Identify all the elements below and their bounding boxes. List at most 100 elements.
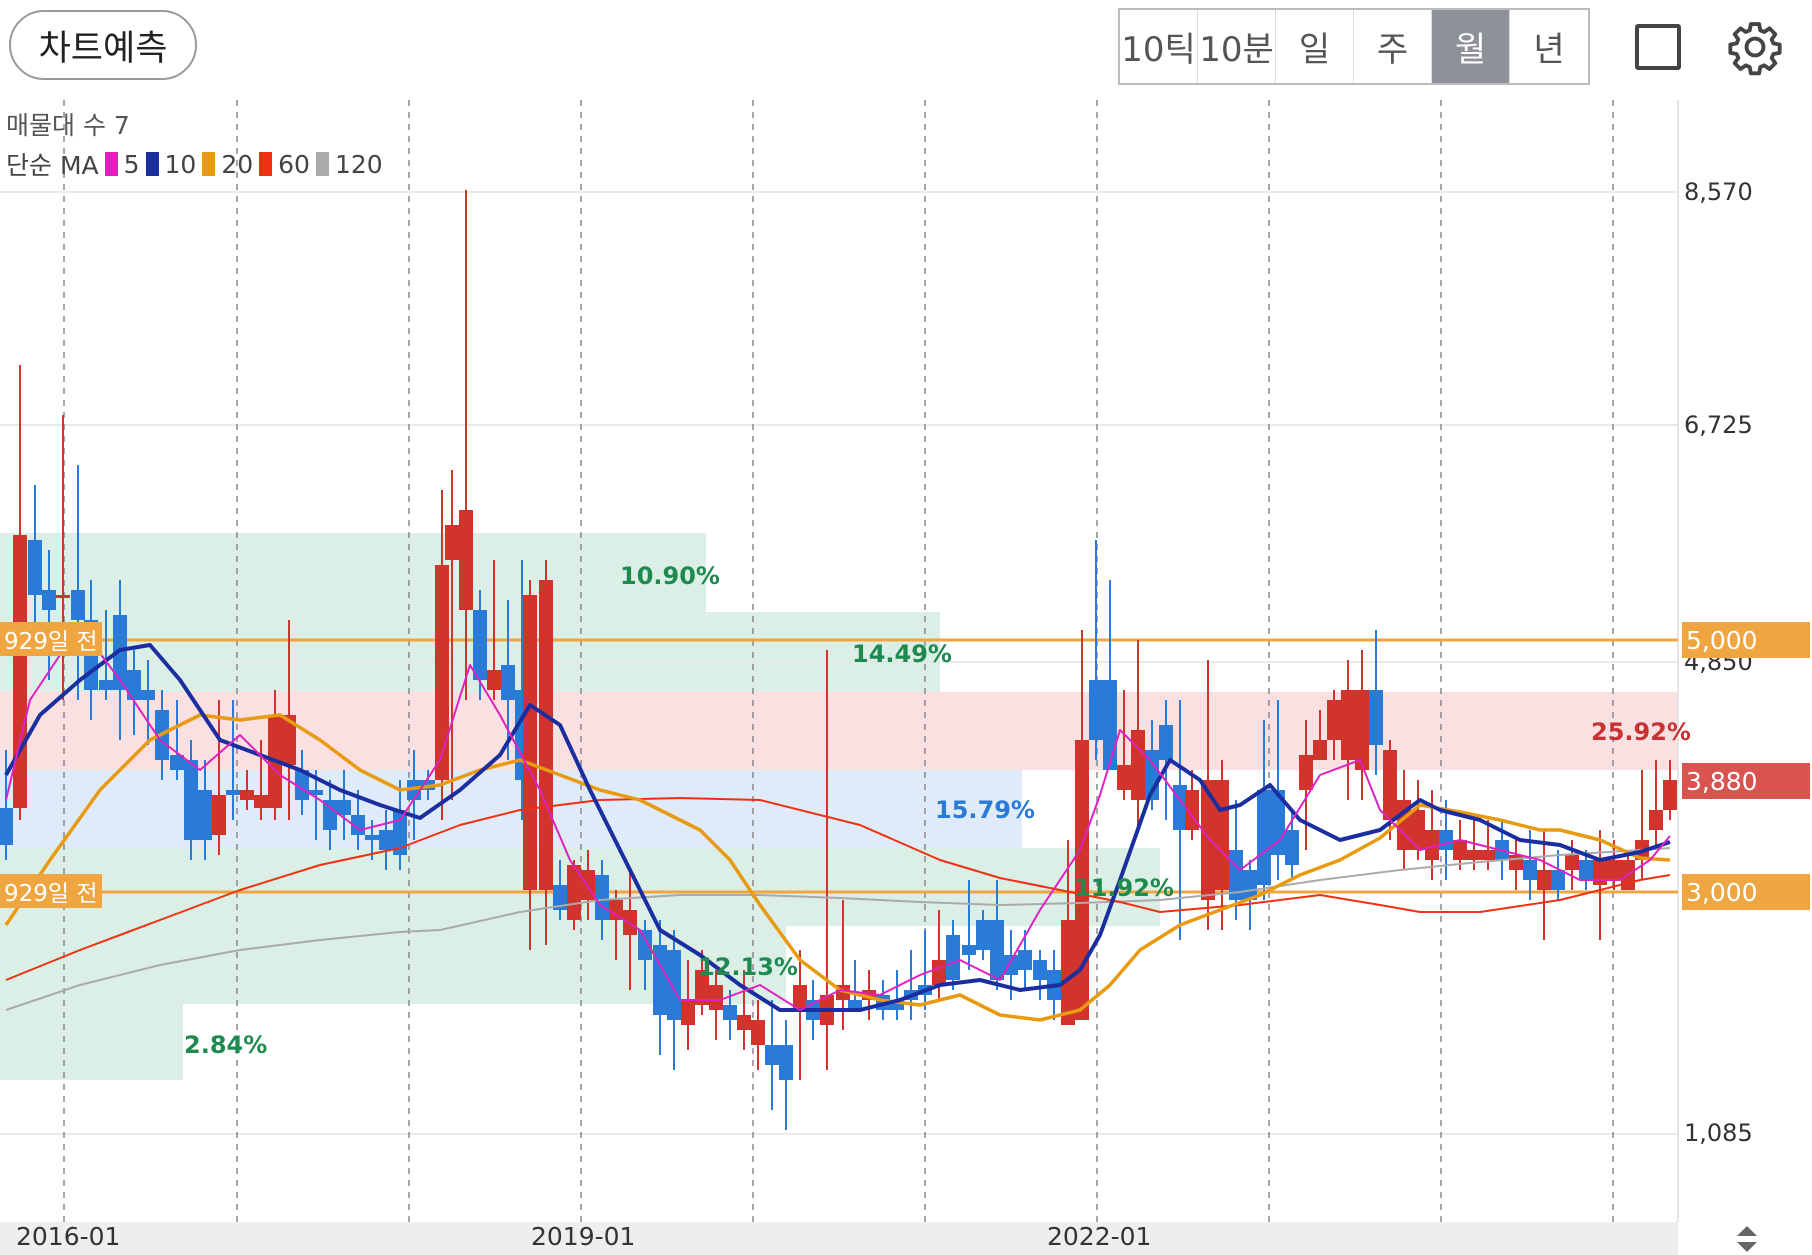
volume-profile-count-label: 매물대 수 7 [6, 111, 130, 140]
candle-body [1033, 960, 1047, 980]
ma-legend-prefix: 단순 MA [6, 151, 99, 180]
volume-profile-band [0, 692, 1678, 770]
candle-body [487, 670, 501, 690]
ma20-swatch [202, 152, 216, 176]
volume-profile-pct: 15.79% [935, 796, 1035, 824]
candle-body [0, 808, 13, 845]
candle-body [254, 795, 268, 808]
candle-body [779, 1045, 793, 1080]
upper-level-label: 929일 전 [0, 622, 102, 656]
candle-body [638, 930, 652, 960]
period-10tick[interactable]: 10틱 [1120, 10, 1198, 83]
period-10min[interactable]: 10분 [1198, 10, 1276, 83]
candle-body [42, 590, 56, 610]
candle-body [1663, 780, 1677, 810]
toolbar: 차트예측 10틱 10분 일 주 월 년 [0, 0, 1812, 100]
candle-body [932, 960, 946, 985]
candle-body [990, 920, 1004, 980]
candle-body [337, 800, 351, 815]
candle-body [459, 510, 473, 610]
candle-body [595, 875, 609, 920]
candle-body [1131, 730, 1145, 800]
ma60-swatch [259, 152, 273, 176]
ma120-label: 120 [334, 149, 383, 179]
volume-profile-band [0, 533, 706, 612]
candle-body [1089, 680, 1103, 740]
candle-body [1453, 840, 1467, 860]
ma-legend: 단순 MA 5 10 20 60 120 [6, 146, 383, 182]
candle-body [1117, 765, 1131, 790]
candle-body [1369, 690, 1383, 745]
chart-predict-button[interactable]: 차트예측 [9, 10, 197, 80]
candle-body [667, 950, 681, 1020]
ma10-swatch [145, 152, 159, 176]
price-tick-1085: 1,085 [1684, 1119, 1753, 1147]
period-year[interactable]: 년 [1510, 10, 1588, 83]
volume-profile-pct: 25.92% [1591, 718, 1691, 746]
candle-body [1103, 680, 1117, 770]
volume-profile-pct: 14.49% [852, 640, 952, 668]
candle-body [1159, 725, 1173, 760]
current-price-tag: 3,880 [1682, 763, 1810, 799]
candle-body [1285, 830, 1299, 865]
candle-body [435, 565, 449, 780]
candle-body [56, 595, 70, 598]
period-selector: 10틱 10분 일 주 월 년 [1118, 8, 1590, 85]
volume-profile-pct: 12.13% [698, 953, 798, 981]
candle-body [1257, 790, 1271, 885]
ma5-label: 5 [123, 149, 140, 179]
candle-body [1355, 690, 1369, 770]
level-tag-5000: 5,000 [1682, 622, 1810, 658]
candle-body [962, 945, 976, 955]
axis-scale-icon[interactable] [1733, 1224, 1761, 1254]
period-day[interactable]: 일 [1276, 10, 1354, 83]
candle-body [28, 540, 42, 595]
period-week[interactable]: 주 [1354, 10, 1432, 83]
candle-body [1523, 860, 1537, 880]
candle-body [946, 935, 960, 980]
candle-body [1215, 780, 1229, 890]
lower-level-label: 929일 전 [0, 874, 102, 908]
candle-body [1327, 700, 1341, 740]
candle-body [240, 790, 254, 800]
candle-body [1467, 850, 1481, 860]
candle-body [71, 590, 85, 620]
volume-profile-pct: 2.84% [184, 1031, 268, 1059]
candle-body [1607, 860, 1621, 880]
price-tick-8570: 8,570 [1684, 178, 1753, 206]
candle-body [709, 985, 723, 1010]
candle-body [523, 595, 537, 890]
candle-body [681, 1000, 695, 1025]
candle-body [623, 910, 637, 935]
candle-body [751, 1020, 765, 1045]
candle-body [127, 670, 141, 700]
volume-profile-band [0, 1004, 183, 1080]
volume-profile-pct: 10.90% [620, 562, 720, 590]
candle-body [226, 790, 240, 795]
candle-body [1004, 955, 1018, 975]
candle-body [539, 580, 553, 890]
gear-icon[interactable] [1726, 18, 1784, 76]
square-icon[interactable] [1635, 24, 1681, 70]
candle-body [1383, 750, 1397, 820]
candle-body [1593, 860, 1607, 885]
volume-profile-pct: 11.92% [1074, 874, 1174, 902]
candle-body [445, 525, 459, 560]
period-month[interactable]: 월 [1432, 10, 1510, 83]
volume-profile-band [0, 770, 1022, 848]
x-label-2016: 2016-01 [16, 1222, 121, 1251]
candle-body [976, 920, 990, 950]
ma60-label: 60 [278, 149, 310, 179]
x-label-2022: 2022-01 [1047, 1222, 1152, 1251]
candle-body [1509, 855, 1523, 870]
candle-body [723, 1005, 737, 1020]
candle-body [1313, 740, 1327, 760]
candle-body [13, 535, 27, 808]
candle-body [99, 680, 113, 690]
candle-body [1481, 850, 1495, 860]
candle-body [737, 1015, 751, 1030]
candle-body [184, 760, 198, 840]
level-tag-3000: 3,000 [1682, 874, 1810, 910]
candle-body [1341, 690, 1355, 760]
candle-body [1649, 810, 1663, 830]
